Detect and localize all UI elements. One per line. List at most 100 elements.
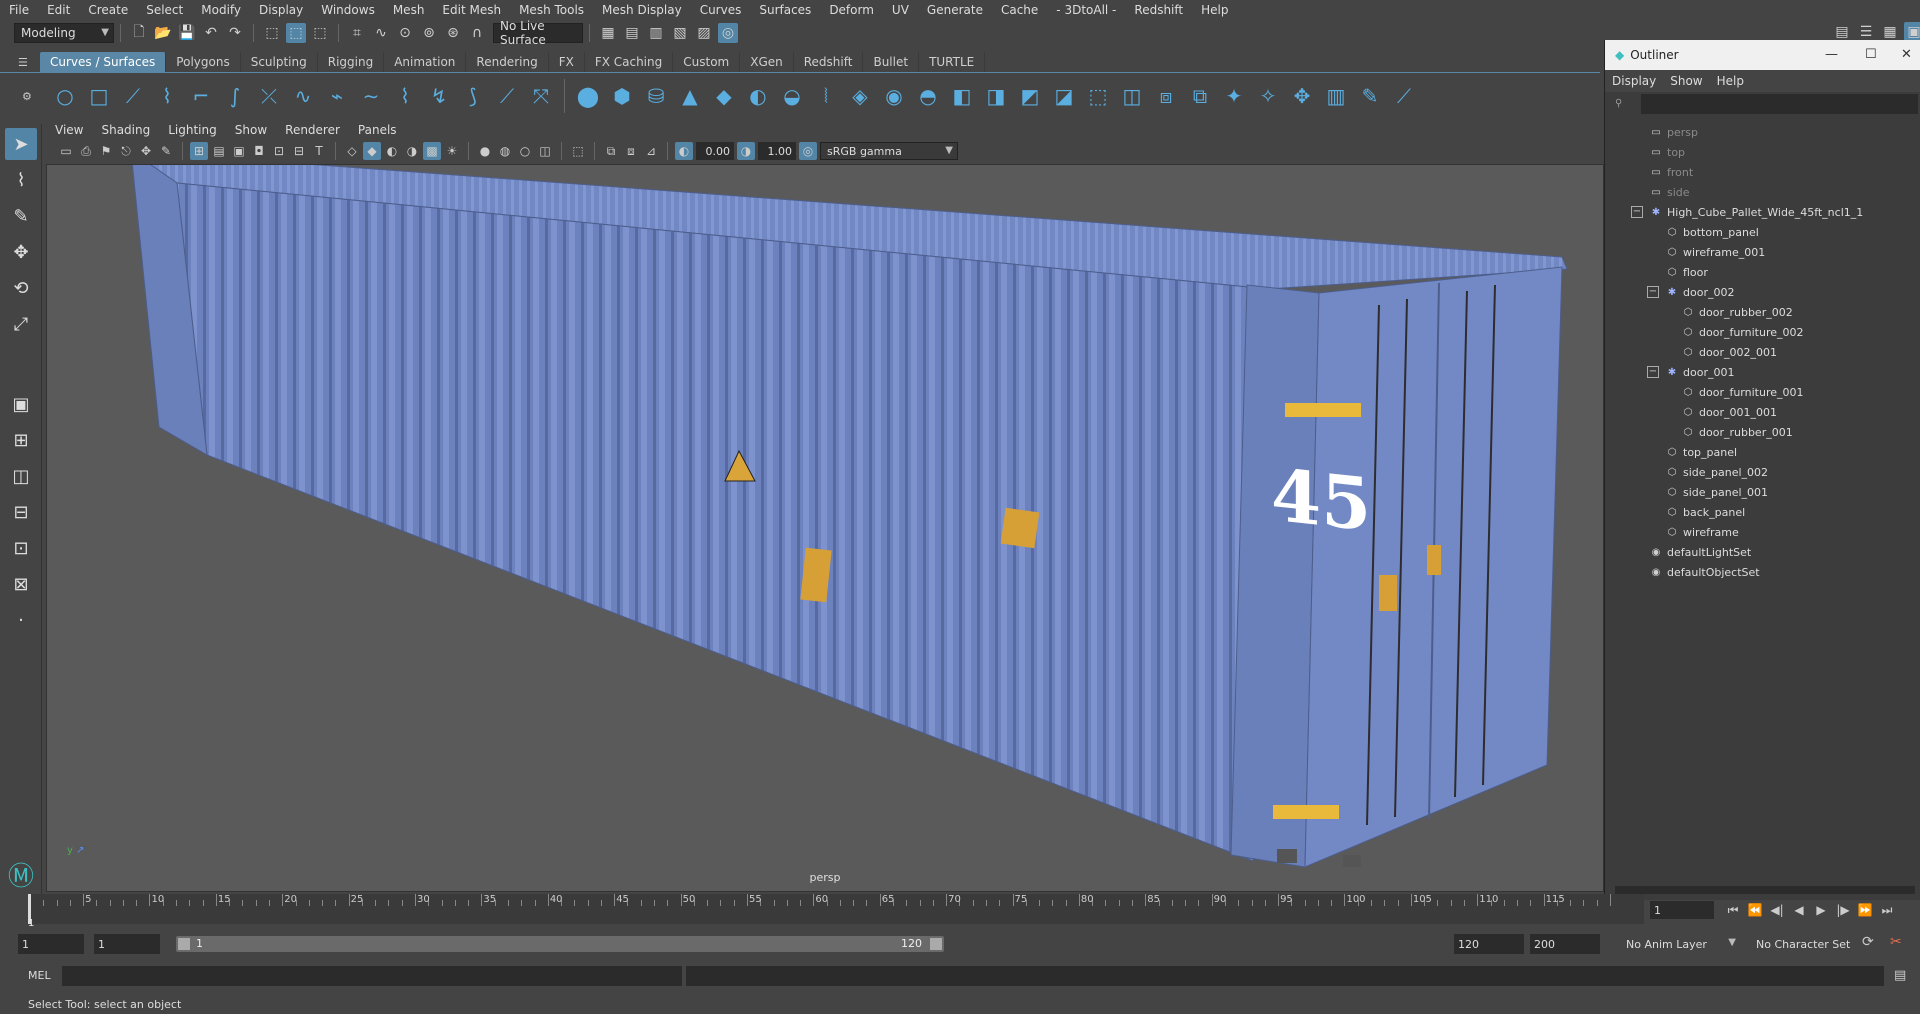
loft-icon[interactable]: ⦚ — [811, 81, 841, 111]
menu-generate[interactable]: Generate — [918, 3, 992, 17]
color-management-icon[interactable]: ◎ — [799, 142, 817, 160]
insert-isoparm-icon[interactable]: ⧉ — [1185, 81, 1215, 111]
gamma-icon[interactable]: ◑ — [737, 142, 755, 160]
menu-windows[interactable]: Windows — [312, 3, 384, 17]
menu-mesh-tools[interactable]: Mesh Tools — [510, 3, 593, 17]
persp-graph-icon[interactable]: ⊟ — [5, 496, 37, 528]
outliner-scrollbar[interactable] — [1615, 886, 1915, 894]
shelf-tab-fx-caching[interactable]: FX Caching — [584, 52, 674, 72]
hypershade-icon[interactable]: ▨ — [694, 23, 714, 43]
menu-mesh-display[interactable]: Mesh Display — [593, 3, 691, 17]
shadows-icon[interactable]: ◑ — [403, 142, 421, 160]
menu-redshift[interactable]: Redshift — [1125, 3, 1192, 17]
preferences-icon[interactable]: ✂ — [1890, 934, 1902, 950]
default-lighting-icon[interactable]: ◐ — [383, 142, 401, 160]
render-view-icon[interactable]: ▤ — [622, 23, 642, 43]
start-time-field[interactable]: 1 — [18, 934, 84, 954]
ambient-occlusion-icon[interactable]: ● — [476, 142, 494, 160]
outliner-menu-help[interactable]: Help — [1710, 74, 1751, 88]
safe-action-icon[interactable]: ⊟ — [290, 142, 308, 160]
render-icon[interactable]: ▧ — [670, 23, 690, 43]
menu-curves[interactable]: Curves — [691, 3, 751, 17]
select-component-icon[interactable]: ⬚ — [310, 23, 330, 43]
ipr-render-icon[interactable]: ▥ — [646, 23, 666, 43]
collapse-toggle-icon[interactable]: − — [1647, 286, 1659, 298]
color-space-dropdown[interactable]: sRGB gamma ▼ — [820, 142, 958, 160]
extend-surface-icon[interactable]: ✦ — [1219, 81, 1249, 111]
menu-deform[interactable]: Deform — [820, 3, 883, 17]
shelf-tab-bullet[interactable]: Bullet — [863, 52, 920, 72]
exposure-field[interactable]: 0.00 — [696, 142, 734, 160]
outliner-item-top[interactable]: ▭ top — [1649, 142, 1685, 162]
resolution-gate-icon[interactable]: ▣ — [230, 142, 248, 160]
curve-detach-icon[interactable]: ∼ — [356, 81, 386, 111]
nurbs-sphere-icon[interactable]: ⬤ — [573, 81, 603, 111]
menu-modify[interactable]: Modify — [192, 3, 250, 17]
attribute-editor-icon[interactable]: ☰ — [1856, 22, 1876, 42]
curve-extend-icon[interactable]: ⟆ — [458, 81, 488, 111]
bezier-icon[interactable]: ⌐ — [186, 81, 216, 111]
single-view-icon[interactable]: ▣ — [5, 388, 37, 420]
outliner-item-side[interactable]: ▭ side — [1649, 182, 1689, 202]
isolate-select-icon[interactable]: ⬚ — [569, 142, 587, 160]
menu-edit-mesh[interactable]: Edit Mesh — [433, 3, 510, 17]
menu-mesh[interactable]: Mesh — [384, 3, 434, 17]
menu-cache[interactable]: Cache — [992, 3, 1047, 17]
persp-outliner-icon[interactable]: ⊡ — [5, 532, 37, 564]
outliner-item-door-002-001[interactable]: ⬡ door_002_001 — [1681, 342, 1777, 362]
outliner-item-high-cube-pallet-wide-45ft-ncl1-1[interactable]: ✱ High_Cube_Pallet_Wide_45ft_ncl1_1 — [1649, 202, 1863, 222]
shelf-tab-rendering[interactable]: Rendering — [466, 52, 549, 72]
nurbs-square-icon[interactable]: □ — [84, 81, 114, 111]
depth-of-field-icon[interactable]: ◫ — [536, 142, 554, 160]
go-to-end-icon[interactable]: ⏭ — [1876, 903, 1898, 918]
outliner-item-side-panel-002[interactable]: ⬡ side_panel_002 — [1665, 462, 1768, 482]
auto-key-icon[interactable]: ⟳ — [1862, 934, 1874, 950]
smooth-shade-icon[interactable]: ◆ — [363, 142, 381, 160]
maximize-icon[interactable]: ☐ — [1865, 47, 1877, 62]
snap-grid-icon[interactable]: ⌗ — [347, 23, 367, 43]
revolve-icon[interactable]: ◒ — [777, 81, 807, 111]
menu-create[interactable]: Create — [79, 3, 137, 17]
outliner-item-door-001[interactable]: ✱ door_001 — [1665, 362, 1735, 382]
pencil-curve-icon[interactable]: ∫ — [220, 81, 250, 111]
four-view-icon[interactable]: ⊞ — [5, 424, 37, 456]
nurbs-circle-icon[interactable]: ○ — [50, 81, 80, 111]
menu-help[interactable]: Help — [1192, 3, 1237, 17]
select-hierarchy-icon[interactable]: ⬚ — [262, 23, 282, 43]
collapse-toggle-icon[interactable]: − — [1631, 206, 1643, 218]
outliner-search-input[interactable] — [1641, 94, 1918, 114]
xray-joints-icon[interactable]: ⊿ — [642, 142, 660, 160]
end-time-field[interactable]: 200 — [1530, 934, 1600, 954]
shelf-tab-animation[interactable]: Animation — [384, 52, 467, 72]
offset-surface-icon[interactable]: ✧ — [1253, 81, 1283, 111]
modeling-toolkit-icon[interactable]: ▤ — [1832, 22, 1852, 42]
range-end-handle[interactable] — [930, 938, 942, 950]
viewport-menu-show[interactable]: Show — [226, 123, 276, 137]
script-editor-icon[interactable]: ▤ — [1894, 968, 1906, 983]
redo-icon[interactable]: ↷ — [225, 23, 245, 43]
shelf-tab-curves-surfaces[interactable]: Curves / Surfaces — [40, 52, 167, 72]
outliner-item-floor[interactable]: ⬡ floor — [1665, 262, 1708, 282]
scale-tool-icon[interactable]: ⤢ — [5, 308, 37, 340]
wireframe-icon[interactable]: ◇ — [343, 142, 361, 160]
rotate-tool-icon[interactable]: ⟲ — [5, 272, 37, 304]
outliner-item-top-panel[interactable]: ⬡ top_panel — [1665, 442, 1737, 462]
more-layouts-icon[interactable]: · — [5, 604, 37, 636]
nurbs-cylinder-icon[interactable]: ⛁ — [641, 81, 671, 111]
intersect-icon[interactable]: ◨ — [981, 81, 1011, 111]
range-slider[interactable]: 1 120 — [176, 936, 944, 952]
channel-box-icon[interactable]: ▣ — [1904, 22, 1920, 42]
lasso-tool-icon[interactable]: ⌇ — [5, 164, 37, 196]
shelf-tab-rigging[interactable]: Rigging — [317, 52, 385, 72]
render-settings-icon[interactable]: ▦ — [598, 23, 618, 43]
nurbs-cone-icon[interactable]: ▲ — [675, 81, 705, 111]
snap-point-icon[interactable]: ⊙ — [395, 23, 415, 43]
undo-icon[interactable]: ↶ — [201, 23, 221, 43]
play-forward-icon[interactable]: ▶ — [1810, 903, 1832, 917]
curve-reverse-icon[interactable]: ↯ — [424, 81, 454, 111]
magnet-icon[interactable]: ∩ — [467, 23, 487, 43]
select-object-icon[interactable]: ⬚ — [286, 23, 306, 43]
outliner-item-back-panel[interactable]: ⬡ back_panel — [1665, 502, 1746, 522]
outliner-item-door-furniture-002[interactable]: ⬡ door_furniture_002 — [1681, 322, 1804, 342]
curve-duplicate-icon[interactable]: ⤧ — [526, 81, 556, 111]
